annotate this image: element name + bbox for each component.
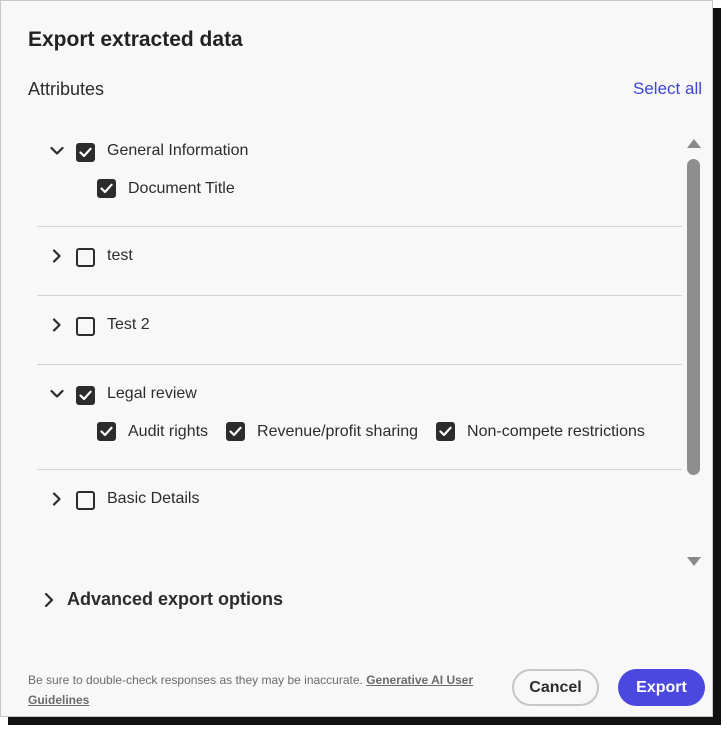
- group-label: General Information: [107, 142, 249, 159]
- scroll-up-arrow-icon[interactable]: [687, 139, 701, 148]
- scroll-down-arrow-icon[interactable]: [687, 557, 701, 566]
- advanced-export-options-toggle[interactable]: Advanced export options: [41, 589, 283, 610]
- attribute-item: Audit rights: [97, 422, 208, 441]
- group-checkbox[interactable]: [76, 143, 95, 162]
- attribute-group-row: Legal review: [37, 375, 682, 415]
- chevron-right-icon[interactable]: [49, 317, 65, 333]
- attribute-checkbox[interactable]: [436, 422, 456, 441]
- group-label: Test 2: [107, 316, 150, 333]
- attribute-checkbox[interactable]: [226, 422, 246, 441]
- attribute-children: Audit rights Revenue/profit sharing Non-co…: [37, 415, 682, 469]
- attribute-group-row: test: [37, 237, 682, 277]
- attributes-heading: Attributes: [28, 79, 105, 99]
- attribute-group: Basic Details: [37, 480, 682, 520]
- scrollbar-thumb[interactable]: [687, 159, 700, 475]
- attribute-group-row: Test 2: [37, 306, 682, 346]
- attribute-item: Revenue/profit sharing: [226, 422, 418, 441]
- attribute-item: Non-compete restrictions: [436, 422, 645, 441]
- group-label: test: [107, 247, 133, 264]
- export-button[interactable]: Export: [618, 669, 705, 706]
- chevron-down-icon[interactable]: [49, 143, 65, 159]
- export-dialog: Export extracted data Attributes Select …: [0, 0, 713, 717]
- chevron-right-icon: [41, 592, 57, 608]
- select-all-link[interactable]: Select all: [633, 79, 702, 99]
- attribute-group: Legal review Audit rights Revenue/profit s…: [37, 375, 682, 470]
- attribute-label: Revenue/profit sharing: [257, 422, 419, 440]
- attribute-label: Document Title: [128, 179, 235, 197]
- attribute-group-row: Basic Details: [37, 480, 682, 520]
- attribute-checkbox[interactable]: [97, 179, 116, 198]
- attribute-item: Document Title: [97, 179, 235, 198]
- advanced-export-options-label: Advanced export options: [67, 589, 284, 609]
- attribute-checkbox[interactable]: [97, 422, 116, 441]
- cancel-button[interactable]: Cancel: [512, 669, 599, 706]
- dialog-title: Export extracted data: [28, 28, 243, 51]
- group-label: Basic Details: [107, 490, 200, 507]
- group-checkbox[interactable]: [76, 386, 95, 405]
- attribute-children: Document Title: [37, 172, 682, 226]
- attribute-label: Non-compete restrictions: [467, 422, 645, 440]
- chevron-down-icon[interactable]: [49, 386, 65, 402]
- attributes-list: General Information Document Title test Tes…: [37, 131, 682, 571]
- group-checkbox[interactable]: [76, 317, 95, 336]
- disclaimer-text: Be sure to double-check responses as the…: [28, 673, 367, 687]
- chevron-right-icon[interactable]: [49, 248, 65, 264]
- attribute-label: Audit rights: [128, 422, 209, 440]
- group-checkbox[interactable]: [76, 248, 95, 267]
- ai-disclaimer: Be sure to double-check responses as the…: [28, 670, 483, 710]
- chevron-right-icon[interactable]: [49, 491, 65, 507]
- attribute-group: test: [37, 237, 682, 296]
- attribute-group: Test 2: [37, 306, 682, 365]
- attribute-group: General Information Document Title: [37, 132, 682, 227]
- group-label: Legal review: [107, 385, 197, 402]
- group-checkbox[interactable]: [76, 491, 95, 510]
- attribute-group-row: General Information: [37, 132, 682, 172]
